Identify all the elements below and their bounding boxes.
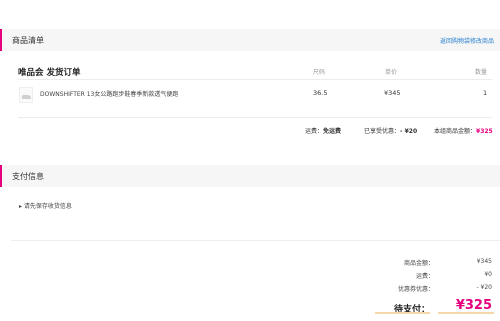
goods-amount-label: 商品金额：	[403, 260, 434, 267]
coupon-value: - ¥20	[476, 284, 492, 291]
group-total-summary: 本组商品金额：¥325	[434, 126, 493, 135]
products-section-title: 商品清单	[12, 36, 44, 45]
shipping-value: ¥0	[484, 271, 492, 278]
payment-section-title: 支付信息	[12, 172, 44, 181]
column-size-header: 尺码	[313, 69, 326, 76]
discount-summary: 已享受优惠：- ¥20	[364, 126, 417, 135]
shipping-label: 运费：	[415, 273, 434, 280]
discount-summary-value: - ¥20	[400, 128, 418, 135]
group-total-label: 本组商品金额：	[434, 128, 477, 135]
store-order-title: 唯品会 发货订单	[18, 68, 81, 78]
coupon-label: 优惠券优惠：	[397, 286, 434, 293]
product-price: ¥345	[384, 89, 401, 97]
back-to-cart-link[interactable]: 返回购物袋修改商品	[440, 36, 494, 45]
save-address-note: ▸ 请先保存收货信息	[19, 203, 72, 210]
product-name[interactable]: DOWNSHIFTER 13女公路跑步鞋春季新款透气便跑	[40, 89, 178, 98]
shoe-image-icon	[22, 95, 31, 99]
discount-summary-label: 已享受优惠：	[364, 128, 401, 135]
group-total-value: ¥325	[476, 128, 493, 135]
goods-amount-value: ¥345	[476, 258, 492, 265]
shipping-summary-label: 运费：	[305, 128, 324, 135]
amount-due-value: ¥325	[455, 298, 492, 313]
shipping-summary: 运费：免运费	[305, 126, 341, 135]
product-thumbnail[interactable]	[19, 87, 33, 103]
shipping-summary-value: 免运费	[323, 128, 342, 135]
products-section-header: 商品清单 返回购物袋修改商品	[0, 29, 500, 51]
order-header-divider	[18, 79, 492, 80]
column-qty-header: 数量	[475, 69, 488, 76]
order-item-divider	[18, 117, 492, 118]
product-size: 36.5	[313, 89, 328, 97]
column-price-header: 单价	[385, 69, 398, 76]
product-qty: 1	[483, 89, 488, 97]
payment-section-header: 支付信息	[0, 165, 500, 187]
